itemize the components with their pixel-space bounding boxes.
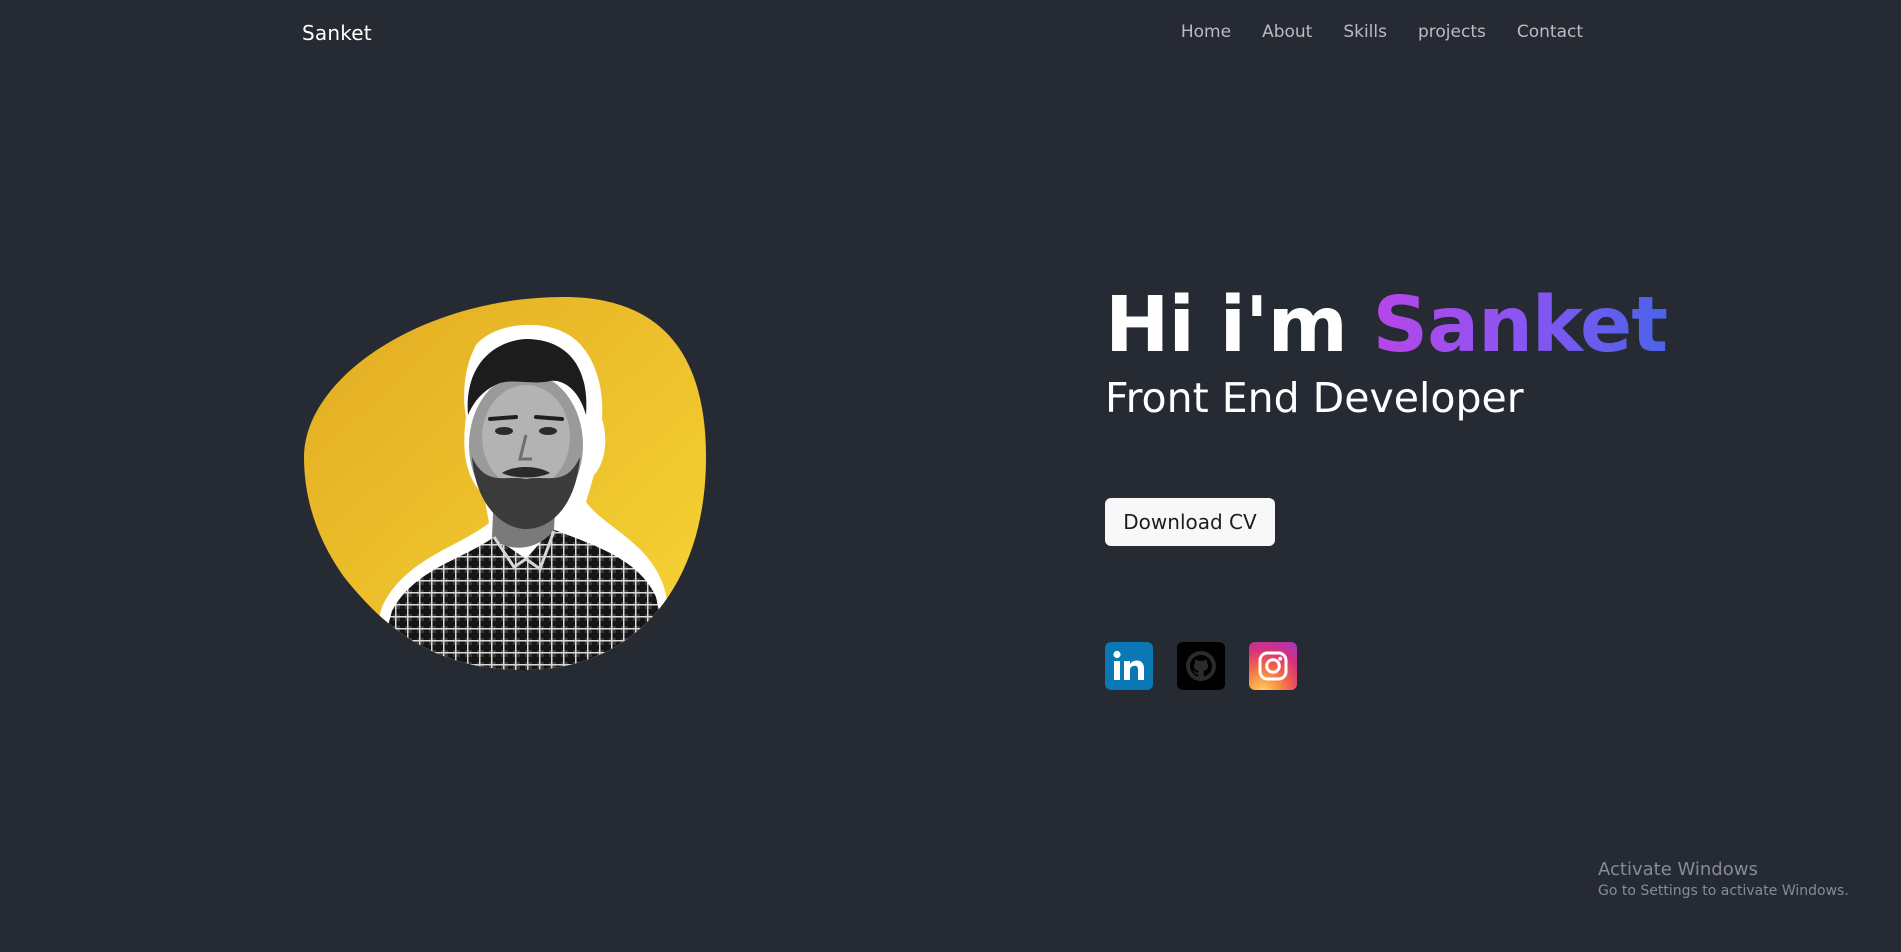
windows-activation-watermark: Activate Windows Go to Settings to activ… (1598, 859, 1849, 901)
watermark-subtitle: Go to Settings to activate Windows. (1598, 883, 1849, 899)
github-icon (1186, 651, 1216, 681)
watermark-title: Activate Windows (1598, 859, 1758, 880)
instagram-icon (1258, 651, 1288, 681)
instagram-link[interactable] (1249, 642, 1297, 690)
download-cv-button[interactable]: Download CV (1105, 498, 1275, 546)
github-link[interactable] (1177, 642, 1225, 690)
social-links (1105, 642, 1297, 690)
profile-photo (304, 297, 706, 670)
hero-greeting: Hi i'm (1105, 281, 1348, 370)
linkedin-link[interactable] (1105, 642, 1153, 690)
nav-link-home[interactable]: Home (1181, 22, 1231, 42)
brand-logo[interactable]: Sanket (302, 21, 372, 45)
nav-link-projects[interactable]: projects (1418, 22, 1486, 42)
hero-role: Front End Developer (1105, 374, 1524, 422)
nav-link-about[interactable]: About (1262, 22, 1312, 42)
hero-section: Hi i'm Sanket Front End Developer (1105, 280, 1668, 424)
hero-name: Sanket (1372, 281, 1668, 370)
linkedin-icon (1113, 650, 1144, 680)
hero-heading: Hi i'm Sanket (1105, 280, 1668, 372)
nav-link-skills[interactable]: Skills (1343, 22, 1387, 42)
nav-links: Home About Skills projects Contact (1181, 22, 1583, 42)
top-navbar: Sanket Home About Skills projects Contac… (0, 0, 1901, 70)
nav-link-contact[interactable]: Contact (1517, 22, 1583, 42)
